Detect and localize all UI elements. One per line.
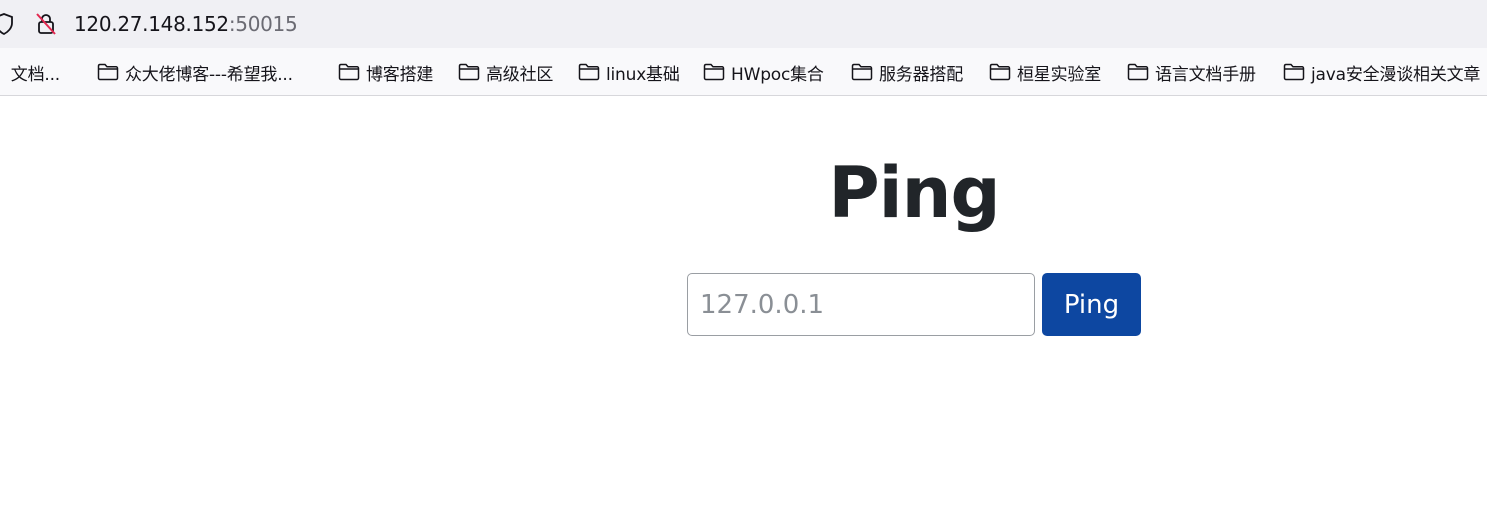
url-host: 120.27.148.152 — [74, 12, 229, 36]
bookmark-label: linux基础 — [606, 64, 680, 85]
bookmark-folder[interactable]: java安全漫谈相关文章 — [1283, 48, 1481, 95]
url-field[interactable]: 120.27.148.152:50015 — [74, 11, 298, 37]
bookmark-label: 、文档... — [0, 64, 61, 85]
bookmark-folder[interactable]: 众大佬博客---希望我... — [97, 48, 293, 95]
bookmark-folder[interactable]: 桓星实验室 — [989, 48, 1101, 95]
bookmark-folder[interactable]: 博客搭建 — [338, 48, 434, 95]
folder-icon — [338, 63, 360, 81]
ping-form: Ping — [687, 273, 1142, 337]
page-content: Ping Ping — [0, 96, 1487, 516]
bookmark-folder[interactable]: 高级社区 — [458, 48, 554, 95]
bookmark-label: 语言文档手册 — [1155, 64, 1256, 85]
bookmark-label: 服务器搭配 — [879, 64, 963, 85]
folder-icon — [458, 63, 480, 81]
bookmark-folder[interactable]: 语言文档手册 — [1127, 48, 1256, 95]
folder-icon — [1283, 63, 1305, 81]
bookmark-label: HWpoc集合 — [731, 64, 824, 85]
page-title: Ping — [828, 152, 1000, 234]
bookmark-label: 众大佬博客---希望我... — [125, 64, 293, 85]
folder-icon — [1127, 63, 1149, 81]
ping-button[interactable]: Ping — [1042, 273, 1141, 336]
url-port: :50015 — [228, 12, 298, 36]
bookmark-folder[interactable]: linux基础 — [578, 48, 680, 95]
folder-icon — [578, 63, 600, 81]
bookmark-folder[interactable]: HWpoc集合 — [703, 48, 824, 95]
folder-icon — [851, 63, 873, 81]
ip-address-input[interactable] — [687, 273, 1035, 336]
insecure-lock-icon[interactable] — [35, 12, 57, 36]
bookmark-label: 高级社区 — [486, 64, 554, 85]
bookmark-label: 桓星实验室 — [1017, 64, 1101, 85]
bookmark-folder[interactable]: 服务器搭配 — [851, 48, 963, 95]
bookmark-item[interactable]: 、文档... — [0, 48, 61, 95]
folder-icon — [97, 63, 119, 81]
bookmark-label: java安全漫谈相关文章 — [1311, 64, 1481, 85]
address-bar[interactable]: 120.27.148.152:50015 — [0, 0, 1487, 48]
folder-icon — [703, 63, 725, 81]
bookmarks-toolbar: 、文档... 众大佬博客---希望我... 博客搭建 高级社区 linux基础 … — [0, 48, 1487, 96]
bookmark-label: 博客搭建 — [366, 64, 434, 85]
shield-icon[interactable] — [0, 13, 14, 35]
folder-icon — [989, 63, 1011, 81]
